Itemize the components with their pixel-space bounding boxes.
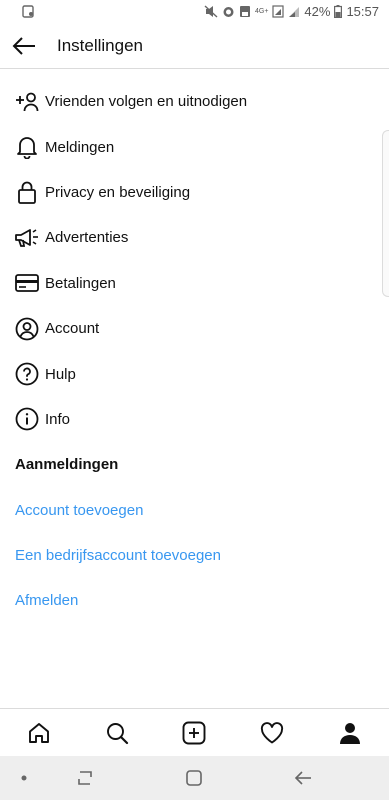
bell-icon: [14, 134, 40, 160]
settings-item-follow-invite[interactable]: Vrienden volgen en uitnodigen: [0, 79, 389, 124]
logout-link[interactable]: Afmelden: [0, 578, 389, 623]
status-bar: 4G+ 42% 15:57: [0, 0, 389, 24]
recent-apps-button[interactable]: [70, 764, 100, 792]
settings-item-label: Betalingen: [45, 274, 116, 292]
home-nav-button[interactable]: [179, 764, 209, 792]
page-title: Instellingen: [57, 36, 144, 55]
save-icon: [239, 5, 251, 18]
settings-item-label: Info: [45, 410, 71, 428]
notification-icon: [22, 5, 35, 21]
add-business-account-link[interactable]: Een bedrijfsaccount toevoegen: [0, 533, 389, 578]
settings-item-label: Privacy en beveiliging: [45, 183, 191, 201]
recent-apps-icon: [78, 771, 92, 785]
credit-card-icon: [14, 270, 40, 296]
tab-search[interactable]: [95, 711, 139, 755]
back-nav-button[interactable]: [288, 764, 318, 792]
app-bar: Instellingen: [0, 24, 389, 69]
battery-icon: [334, 5, 343, 18]
settings-item-label: Account: [45, 320, 100, 338]
settings-item-ads[interactable]: Advertenties: [0, 215, 389, 260]
lock-icon: [14, 179, 40, 205]
settings-item-label: Meldingen: [45, 138, 115, 156]
home-icon: [28, 723, 49, 743]
bottom-tab-bar: [0, 708, 389, 757]
activity-heart-icon: [261, 722, 284, 744]
info-icon: [14, 406, 40, 432]
tab-new-post[interactable]: [172, 711, 216, 755]
settings-item-privacy[interactable]: Privacy en beveiliging: [0, 170, 389, 215]
settings-item-label: Vrienden volgen en uitnodigen: [45, 93, 248, 111]
alarm-icon: [222, 5, 235, 18]
settings-item-notifications[interactable]: Meldingen: [0, 124, 389, 169]
battery-percent: 42%: [304, 4, 331, 19]
back-nav-icon: [294, 771, 311, 785]
settings-item-label: Advertenties: [45, 229, 129, 247]
network-type-icon: 4G+: [254, 8, 269, 15]
add-account-link[interactable]: Account toevoegen: [0, 488, 389, 533]
back-button[interactable]: [10, 32, 38, 60]
scroll-indicator: [382, 130, 389, 297]
section-header-logins: Aanmeldingen: [15, 456, 119, 474]
tab-home[interactable]: [17, 711, 61, 755]
help-icon: [14, 361, 40, 387]
back-arrow-icon: [12, 37, 35, 55]
new-post-icon: [183, 721, 206, 745]
mute-icon: [204, 5, 218, 18]
settings-item-payments[interactable]: Betalingen: [0, 261, 389, 306]
profile-icon: [340, 723, 361, 744]
tab-activity[interactable]: [250, 711, 294, 755]
clock: 15:57: [346, 4, 379, 19]
settings-item-account[interactable]: Account: [0, 306, 389, 351]
megaphone-icon: [14, 225, 40, 251]
add-person-icon: [14, 89, 40, 115]
tab-profile[interactable]: [328, 711, 372, 755]
nav-dot-button[interactable]: [9, 764, 39, 792]
settings-item-info[interactable]: Info: [0, 397, 389, 442]
settings-item-help[interactable]: Hulp: [0, 351, 389, 396]
home-square-icon: [186, 770, 202, 786]
system-nav-bar: [0, 756, 389, 800]
signal-strength-icon: [288, 6, 300, 18]
account-icon: [14, 316, 40, 342]
settings-item-label: Hulp: [45, 365, 76, 383]
signal-sim-icon: [272, 5, 285, 18]
search-icon: [106, 723, 128, 745]
settings-list: Vrienden volgen en uitnodigen Meldingen …: [0, 79, 389, 624]
dot-icon: [21, 775, 27, 781]
